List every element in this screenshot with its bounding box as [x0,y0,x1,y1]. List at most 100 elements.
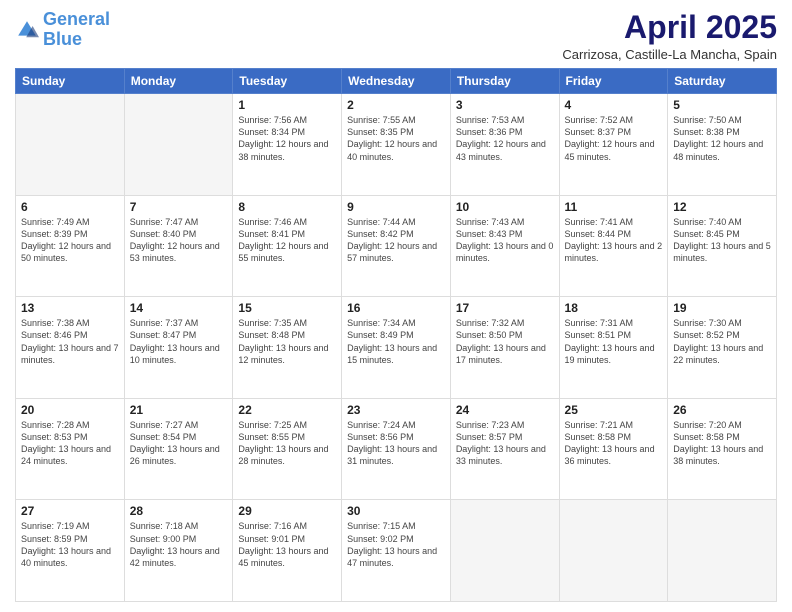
weekday-header-monday: Monday [124,69,233,94]
week-row-3: 13Sunrise: 7:38 AMSunset: 8:46 PMDayligh… [16,297,777,399]
day-number: 15 [238,301,336,315]
calendar-cell: 14 Sunrise: 7:37 AMSunset: 8:47 PMDayligh… [124,297,233,399]
day-number: 21 [130,403,228,417]
cell-details: Sunrise: 7:16 AMSunset: 9:01 PMDaylight:… [238,520,336,569]
day-number: 18 [565,301,663,315]
day-number: 7 [130,200,228,214]
day-number: 17 [456,301,554,315]
cell-details: Sunrise: 7:21 AMSunset: 8:58 PMDaylight:… [565,419,663,468]
day-number: 24 [456,403,554,417]
weekday-header-wednesday: Wednesday [342,69,451,94]
weekday-header-tuesday: Tuesday [233,69,342,94]
calendar-cell: 10 Sunrise: 7:43 AMSunset: 8:43 PMDayligh… [450,195,559,297]
logo-general: General [43,9,110,29]
calendar-cell [124,94,233,196]
day-number: 13 [21,301,119,315]
calendar-cell: 30 Sunrise: 7:15 AMSunset: 9:02 PMDayligh… [342,500,451,602]
day-number: 20 [21,403,119,417]
logo: General Blue [15,10,110,50]
day-number: 30 [347,504,445,518]
calendar-cell [668,500,777,602]
week-row-1: 1Sunrise: 7:56 AMSunset: 8:34 PMDaylight… [16,94,777,196]
cell-details: Sunrise: 7:32 AMSunset: 8:50 PMDaylight:… [456,317,554,366]
day-number: 29 [238,504,336,518]
cell-details: Sunrise: 7:37 AMSunset: 8:47 PMDaylight:… [130,317,228,366]
day-number: 9 [347,200,445,214]
weekday-header-saturday: Saturday [668,69,777,94]
day-number: 8 [238,200,336,214]
calendar-cell: 24 Sunrise: 7:23 AMSunset: 8:57 PMDayligh… [450,398,559,500]
cell-details: Sunrise: 7:31 AMSunset: 8:51 PMDaylight:… [565,317,663,366]
weekday-header-sunday: Sunday [16,69,125,94]
cell-details: Sunrise: 7:19 AMSunset: 8:59 PMDaylight:… [21,520,119,569]
calendar-cell: 4 Sunrise: 7:52 AMSunset: 8:37 PMDaylight… [559,94,668,196]
cell-details: Sunrise: 7:56 AMSunset: 8:34 PMDaylight:… [238,114,336,163]
cell-details: Sunrise: 7:23 AMSunset: 8:57 PMDaylight:… [456,419,554,468]
calendar-cell [559,500,668,602]
calendar-cell: 29 Sunrise: 7:16 AMSunset: 9:01 PMDayligh… [233,500,342,602]
calendar-cell: 15Sunrise: 7:35 AMSunset: 8:48 PMDayligh… [233,297,342,399]
logo-blue: Blue [43,29,82,49]
calendar-cell: 5Sunrise: 7:50 AMSunset: 8:38 PMDaylight… [668,94,777,196]
week-row-4: 20 Sunrise: 7:28 AMSunset: 8:53 PMDayligh… [16,398,777,500]
cell-details: Sunrise: 7:49 AMSunset: 8:39 PMDaylight:… [21,216,119,265]
header: General Blue April 2025 Carrizosa, Casti… [15,10,777,62]
calendar-cell: 9 Sunrise: 7:44 AMSunset: 8:42 PMDaylight… [342,195,451,297]
calendar-cell [16,94,125,196]
weekday-header-row: SundayMondayTuesdayWednesdayThursdayFrid… [16,69,777,94]
day-number: 4 [565,98,663,112]
title-block: April 2025 Carrizosa, Castille-La Mancha… [562,10,777,62]
calendar-cell: 6 Sunrise: 7:49 AMSunset: 8:39 PMDaylight… [16,195,125,297]
calendar-cell: 28 Sunrise: 7:18 AMSunset: 9:00 PMDayligh… [124,500,233,602]
calendar-cell: 3 Sunrise: 7:53 AMSunset: 8:36 PMDaylight… [450,94,559,196]
weekday-header-friday: Friday [559,69,668,94]
cell-details: Sunrise: 7:34 AMSunset: 8:49 PMDaylight:… [347,317,445,366]
cell-details: Sunrise: 7:27 AMSunset: 8:54 PMDaylight:… [130,419,228,468]
cell-details: Sunrise: 7:25 AMSunset: 8:55 PMDaylight:… [238,419,336,468]
day-number: 10 [456,200,554,214]
cell-details: Sunrise: 7:18 AMSunset: 9:00 PMDaylight:… [130,520,228,569]
calendar-cell: 18 Sunrise: 7:31 AMSunset: 8:51 PMDayligh… [559,297,668,399]
cell-details: Sunrise: 7:30 AMSunset: 8:52 PMDaylight:… [673,317,771,366]
day-number: 5 [673,98,771,112]
calendar-table: SundayMondayTuesdayWednesdayThursdayFrid… [15,68,777,602]
cell-details: Sunrise: 7:15 AMSunset: 9:02 PMDaylight:… [347,520,445,569]
cell-details: Sunrise: 7:43 AMSunset: 8:43 PMDaylight:… [456,216,554,265]
day-number: 26 [673,403,771,417]
day-number: 2 [347,98,445,112]
day-number: 28 [130,504,228,518]
calendar-cell: 16 Sunrise: 7:34 AMSunset: 8:49 PMDayligh… [342,297,451,399]
calendar-cell: 25 Sunrise: 7:21 AMSunset: 8:58 PMDayligh… [559,398,668,500]
calendar-cell: 8 Sunrise: 7:46 AMSunset: 8:41 PMDaylight… [233,195,342,297]
day-number: 12 [673,200,771,214]
day-number: 25 [565,403,663,417]
cell-details: Sunrise: 7:52 AMSunset: 8:37 PMDaylight:… [565,114,663,163]
calendar-cell: 11Sunrise: 7:41 AMSunset: 8:44 PMDayligh… [559,195,668,297]
calendar-cell: 23Sunrise: 7:24 AMSunset: 8:56 PMDayligh… [342,398,451,500]
calendar-cell: 20 Sunrise: 7:28 AMSunset: 8:53 PMDayligh… [16,398,125,500]
calendar-cell: 1Sunrise: 7:56 AMSunset: 8:34 PMDaylight… [233,94,342,196]
day-number: 27 [21,504,119,518]
logo-text: General Blue [43,10,110,50]
cell-details: Sunrise: 7:20 AMSunset: 8:58 PMDaylight:… [673,419,771,468]
day-number: 3 [456,98,554,112]
cell-details: Sunrise: 7:40 AMSunset: 8:45 PMDaylight:… [673,216,771,265]
cell-details: Sunrise: 7:44 AMSunset: 8:42 PMDaylight:… [347,216,445,265]
week-row-5: 27 Sunrise: 7:19 AMSunset: 8:59 PMDayligh… [16,500,777,602]
calendar-cell: 2Sunrise: 7:55 AMSunset: 8:35 PMDaylight… [342,94,451,196]
location-subtitle: Carrizosa, Castille-La Mancha, Spain [562,47,777,62]
calendar-cell: 7Sunrise: 7:47 AMSunset: 8:40 PMDaylight… [124,195,233,297]
weekday-header-thursday: Thursday [450,69,559,94]
cell-details: Sunrise: 7:28 AMSunset: 8:53 PMDaylight:… [21,419,119,468]
calendar-cell: 26 Sunrise: 7:20 AMSunset: 8:58 PMDayligh… [668,398,777,500]
calendar-cell: 27 Sunrise: 7:19 AMSunset: 8:59 PMDayligh… [16,500,125,602]
calendar-cell [450,500,559,602]
day-number: 23 [347,403,445,417]
day-number: 19 [673,301,771,315]
cell-details: Sunrise: 7:46 AMSunset: 8:41 PMDaylight:… [238,216,336,265]
day-number: 6 [21,200,119,214]
cell-details: Sunrise: 7:53 AMSunset: 8:36 PMDaylight:… [456,114,554,163]
day-number: 14 [130,301,228,315]
cell-details: Sunrise: 7:41 AMSunset: 8:44 PMDaylight:… [565,216,663,265]
day-number: 16 [347,301,445,315]
